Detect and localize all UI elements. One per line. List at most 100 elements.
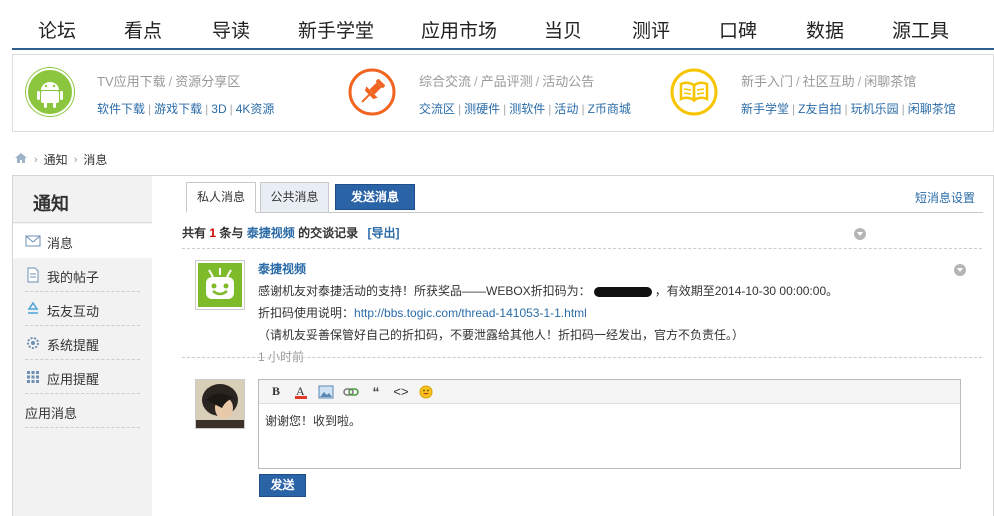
envelope-icon (25, 233, 41, 249)
section-link[interactable]: 测软件 (509, 102, 545, 116)
sidebar-item-messages[interactable]: 消息 (13, 224, 152, 258)
section-title-part[interactable]: 社区互助 (803, 74, 855, 89)
document-icon (25, 267, 41, 283)
summary-count: 1 (209, 226, 217, 240)
section-title-part[interactable]: 闲聊茶馆 (864, 74, 916, 89)
gear-icon (25, 335, 41, 351)
section-link[interactable]: 闲聊茶馆 (908, 102, 956, 116)
export-link[interactable]: [导出] (367, 226, 399, 240)
breadcrumb-item[interactable]: 通知 (44, 151, 68, 168)
section-link[interactable]: 活动 (554, 102, 578, 116)
user-avatar[interactable] (195, 379, 245, 429)
section-link[interactable]: 软件下载 (97, 102, 145, 116)
instruction-link[interactable]: http://bbs.togic.com/thread-141053-1-1.h… (354, 306, 587, 320)
nav-item-kandian[interactable]: 看点 (124, 16, 162, 43)
sidebar-item-system[interactable]: 系统提醒 (13, 326, 152, 360)
conversation-summary: 共有 1 条与 泰捷视频 的交谈记录 [导出] (182, 224, 399, 241)
nav-item-tools[interactable]: 源工具 (892, 16, 949, 43)
section-link[interactable]: 3D (211, 102, 226, 116)
section-title-part[interactable]: 资源分享区 (175, 74, 240, 89)
image-icon[interactable] (315, 383, 337, 401)
section-title-part[interactable]: TV应用下载 (97, 74, 166, 89)
sidebar-item-label: 系统提醒 (47, 338, 100, 353)
redacted-code (593, 286, 652, 297)
section-link[interactable]: Z币商城 (588, 102, 631, 116)
section-title-part[interactable]: 活动公告 (542, 74, 594, 89)
breadcrumb-item: 消息 (83, 153, 108, 167)
sidebar-item-interaction[interactable]: 坛友互动 (13, 292, 152, 326)
reply-textarea[interactable]: 谢谢您！收到啦。 (259, 404, 960, 437)
sidebar-item-label: 应用提醒 (47, 372, 100, 387)
code-icon[interactable]: <> (390, 383, 412, 401)
summary-text[interactable]: 的交谈记录 (298, 226, 358, 240)
message-body: 泰捷视频 感谢机友对泰捷活动的支持！所获奖品——WEBOX折扣码为： ，有效期至2… (258, 260, 978, 365)
chevron-right-icon: › (73, 153, 78, 166)
grid-icon (25, 369, 41, 385)
sidebar-item-app-messages[interactable]: 应用消息 (13, 394, 152, 428)
section-links: 软件下载 | 游戏下载 | 3D | 4K资源 (97, 102, 275, 116)
recycle-icon (25, 301, 41, 317)
font-color-icon[interactable]: A (290, 383, 312, 401)
breadcrumb: › 通知 › 消息 (14, 151, 107, 168)
summary-text[interactable]: 共有 (182, 226, 206, 240)
message-line: （请机友妥善保管好自己的折扣码，不要泄露给其他人！折扣码一经发出，官方不负责任。… (258, 328, 745, 342)
editor-toolbar: B A “ <> (259, 380, 960, 404)
section-link[interactable]: 交流区 (419, 102, 455, 116)
section-link[interactable]: Z友自拍 (798, 102, 841, 116)
collapse-icon[interactable] (954, 264, 966, 276)
section-title-part[interactable]: 产品评测 (481, 74, 533, 89)
sidebar-item-label: 坛友互动 (47, 304, 100, 319)
nav-item-daodu[interactable]: 导读 (212, 16, 250, 43)
home-icon[interactable] (14, 152, 28, 167)
send-message-button[interactable]: 发送消息 (335, 184, 415, 210)
summary-text[interactable]: 条与 (219, 226, 243, 240)
message-text[interactable]: 感谢机友对泰捷活动的支持！所获奖品——WEBOX折扣码为： (258, 284, 591, 298)
send-button[interactable]: 发送 (259, 474, 306, 497)
tab-public[interactable]: 公共消息 (260, 182, 329, 213)
sidebar-item-label: 我的帖子 (47, 270, 100, 285)
section-link[interactable]: 玩机乐园 (851, 102, 899, 116)
quote-icon[interactable]: “ (365, 383, 387, 401)
section-link[interactable]: 新手学堂 (741, 102, 789, 116)
nav-item-ceping[interactable]: 测评 (632, 16, 670, 43)
android-icon[interactable] (25, 67, 75, 117)
section-title: 综合交流 / 产品评测 / 活动公告 (419, 74, 595, 89)
bold-icon[interactable]: B (265, 383, 287, 401)
message-text[interactable]: 折扣码使用说明： (258, 306, 354, 320)
nav-item-koubei[interactable]: 口碑 (719, 16, 757, 43)
nav-item-luntan[interactable]: 论坛 (38, 16, 76, 43)
book-icon[interactable] (669, 67, 719, 117)
section-link[interactable]: 游戏下载 (154, 102, 202, 116)
message-line: 折扣码使用说明：http://bbs.togic.com/thread-1410… (258, 304, 978, 321)
link-icon[interactable] (340, 383, 362, 401)
section-discussion: 综合交流 / 产品评测 / 活动公告 交流区 | 测硬件 | 测软件 | 活动 | Z币商城 (335, 55, 655, 133)
sender-name[interactable]: 泰捷视频 (258, 260, 978, 277)
smiley-icon[interactable] (415, 383, 437, 401)
sidebar-item-label: 应用消息 (25, 406, 78, 421)
sidebar: 通知 消息 我的帖子 坛友互动 系统提醒 应用提醒 应用消息 (13, 176, 152, 516)
forum-sections: TV应用下载 / 资源分享区 软件下载 | 游戏下载 | 3D | 4K资源 综合交流 / 产品评测… (12, 54, 994, 132)
nav-item-shuju[interactable]: 数据 (806, 16, 844, 43)
message-settings-link[interactable]: 短消息设置 (915, 189, 975, 206)
section-link[interactable]: 测硬件 (464, 102, 500, 116)
top-nav: 论坛 看点 导读 新手学堂 应用市场 当贝 测评 口碑 数据 源工具 (12, 0, 994, 50)
summary-user-link[interactable]: 泰捷视频 (247, 226, 295, 240)
nav-item-dangbei[interactable]: 当贝 (544, 16, 582, 43)
message-tabs: 私人消息 公共消息 发送消息 短消息设置 (186, 182, 983, 213)
sidebar-item-my-posts[interactable]: 我的帖子 (13, 258, 152, 292)
collapse-icon[interactable] (854, 228, 866, 240)
nav-item-xinshou[interactable]: 新手学堂 (298, 16, 374, 43)
section-title-part[interactable]: 新手入门 (741, 74, 793, 89)
notice-frame: 通知 消息 我的帖子 坛友互动 系统提醒 应用提醒 应用消息 私人消息 公共消息… (12, 175, 994, 516)
message-text[interactable]: ，有效期至2014-10-30 00:00:00。 (655, 284, 838, 298)
section-link[interactable]: 4K资源 (236, 102, 275, 116)
section-title-part[interactable]: 综合交流 (419, 74, 471, 89)
sidebar-item-label: 消息 (47, 236, 74, 251)
section-title: TV应用下载 / 资源分享区 (97, 74, 241, 89)
sidebar-title: 通知 (33, 194, 69, 214)
sidebar-item-app-alerts[interactable]: 应用提醒 (13, 360, 152, 394)
tab-private[interactable]: 私人消息 (186, 182, 256, 213)
pushpin-icon[interactable] (347, 67, 397, 117)
nav-item-market[interactable]: 应用市场 (421, 16, 497, 43)
sender-avatar[interactable] (195, 260, 245, 310)
